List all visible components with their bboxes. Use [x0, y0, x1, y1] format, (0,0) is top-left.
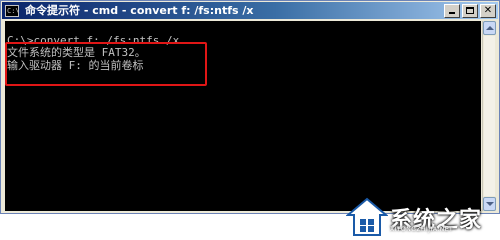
scroll-up-button[interactable]: [483, 21, 496, 35]
minimize-button[interactable]: [444, 4, 460, 18]
console-output[interactable]: C:\>convert f: /fs:ntfs /x 文件系统的类型是 FAT3…: [5, 21, 481, 211]
window-controls: ✕: [442, 4, 496, 18]
maximize-icon: [466, 7, 474, 14]
up-arrow-icon: [486, 26, 494, 30]
minimize-icon: [449, 12, 455, 14]
close-icon: ✕: [483, 5, 493, 16]
maximize-button[interactable]: [462, 4, 478, 18]
watermark-url: XITONGZHIJIA.NET: [390, 226, 454, 233]
cmd-icon[interactable]: C:\: [5, 4, 19, 17]
highlight-annotation-box: [5, 42, 207, 86]
house-logo-icon: [346, 197, 388, 236]
title-bar[interactable]: C:\ 命令提示符 - cmd - convert f: /fs:ntfs /x…: [2, 2, 498, 19]
vertical-scrollbar[interactable]: [482, 21, 496, 211]
command-prompt-window: C:\ 命令提示符 - cmd - convert f: /fs:ntfs /x…: [0, 0, 500, 214]
close-button[interactable]: ✕: [480, 4, 496, 18]
window-title: 命令提示符 - cmd - convert f: /fs:ntfs /x: [25, 4, 254, 17]
scroll-track[interactable]: [484, 36, 495, 196]
site-watermark: 系统之家 XITONGZHIJIA.NET: [346, 196, 496, 238]
